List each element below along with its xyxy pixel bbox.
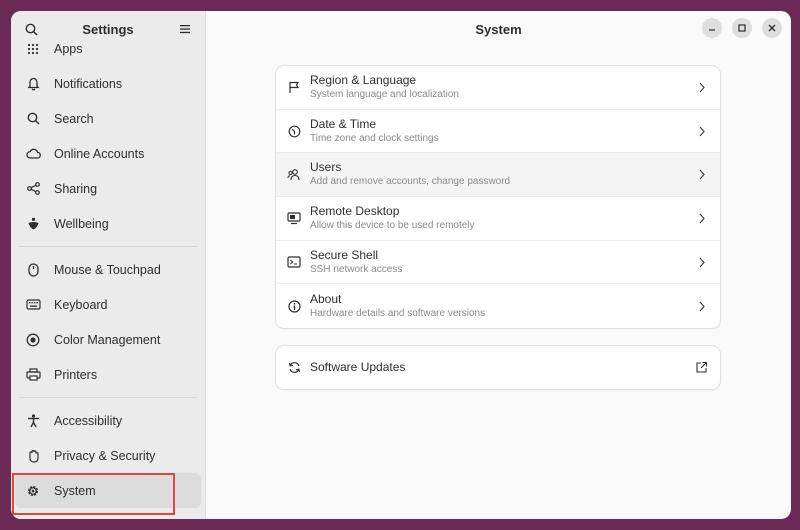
sidebar-header: Settings — [11, 11, 205, 47]
sidebar-item-sharing[interactable]: Sharing — [15, 171, 201, 206]
mouse-icon — [25, 262, 41, 278]
row-software-updates[interactable]: Software Updates — [276, 346, 720, 389]
sidebar-item-label: Color Management — [54, 332, 161, 347]
menu-button[interactable] — [175, 19, 195, 39]
main-panel: System Region & Language System language… — [206, 11, 791, 519]
row-title: Remote Desktop — [310, 203, 400, 218]
row-text: Region & Language System language and lo… — [310, 73, 696, 102]
sidebar-item-mouse-touchpad[interactable]: Mouse & Touchpad — [15, 252, 201, 287]
bell-icon — [25, 76, 41, 92]
row-text: Users Add and remove accounts, change pa… — [310, 160, 696, 189]
sidebar-divider — [19, 397, 197, 398]
search-icon — [25, 111, 41, 127]
row-text: Secure Shell SSH network access — [310, 248, 696, 277]
printer-icon — [25, 367, 41, 383]
close-button[interactable] — [762, 18, 782, 38]
row-remote-desktop[interactable]: Remote Desktop Allow this device to be u… — [276, 197, 720, 241]
color-palette-icon — [25, 332, 41, 348]
sidebar-item-printers[interactable]: Printers — [15, 357, 201, 392]
chevron-right-icon — [696, 299, 708, 313]
row-text: Remote Desktop Allow this device to be u… — [310, 204, 696, 233]
sidebar-item-label: Sharing — [54, 181, 98, 196]
sidebar-item-label: Notifications — [54, 76, 123, 91]
hand-icon — [25, 448, 41, 464]
sidebar-item-search[interactable]: Search — [15, 101, 201, 136]
sidebar-item-notifications[interactable]: Notifications — [15, 66, 201, 101]
software-updates-card: Software Updates — [276, 346, 720, 389]
flag-icon — [286, 79, 302, 95]
row-users[interactable]: Users Add and remove accounts, change pa… — [276, 153, 720, 198]
row-region-language[interactable]: Region & Language System language and lo… — [276, 66, 720, 110]
users-icon — [286, 167, 302, 183]
close-icon — [768, 24, 776, 32]
sidebar-item-label: System — [54, 483, 96, 498]
search-icon — [25, 23, 38, 36]
sidebar-item-label: Privacy & Security — [54, 448, 156, 463]
share-icon — [25, 181, 41, 197]
accessibility-icon — [25, 413, 41, 429]
row-subtitle: Add and remove accounts, change password — [310, 176, 511, 188]
page-title: System — [475, 21, 522, 37]
main-header: System — [206, 11, 791, 47]
sidebar-item-label: Accessibility — [54, 413, 123, 428]
row-title: Date & Time — [310, 116, 377, 131]
sidebar-item-wellbeing[interactable]: Wellbeing — [15, 206, 201, 241]
row-subtitle: SSH network access — [310, 263, 403, 275]
sidebar-item-label: Printers — [54, 367, 98, 382]
cloud-icon — [25, 146, 41, 162]
sidebar-item-label: Online Accounts — [54, 146, 145, 161]
chevron-right-icon — [696, 168, 708, 182]
minimize-icon — [708, 24, 716, 32]
search-button[interactable] — [21, 19, 41, 39]
row-subtitle: System language and localization — [310, 88, 459, 100]
hamburger-menu-icon — [179, 24, 191, 34]
sidebar-item-label: Keyboard — [54, 297, 108, 312]
sidebar-item-label: Search — [54, 111, 94, 126]
sidebar-item-label: Mouse & Touchpad — [54, 262, 161, 277]
row-title: Secure Shell — [310, 247, 379, 262]
row-text: Software Updates — [310, 360, 694, 375]
row-text: About Hardware details and software vers… — [310, 292, 696, 321]
remote-desktop-icon — [286, 210, 302, 226]
terminal-icon — [286, 254, 302, 270]
row-title: About — [310, 291, 342, 306]
settings-window: Settings Apps Notifications Search Onlin… — [11, 11, 791, 519]
sidebar-item-label: Wellbeing — [54, 216, 109, 231]
refresh-icon — [286, 360, 302, 376]
row-title: Software Updates — [310, 360, 406, 374]
sidebar-item-privacy-security[interactable]: Privacy & Security — [15, 438, 201, 473]
sidebar-item-keyboard[interactable]: Keyboard — [15, 287, 201, 322]
system-settings-list: Region & Language System language and lo… — [276, 66, 720, 329]
sidebar-item-color-management[interactable]: Color Management — [15, 322, 201, 357]
row-about[interactable]: About Hardware details and software vers… — [276, 284, 720, 328]
row-subtitle: Hardware details and software versions — [310, 307, 486, 319]
row-subtitle: Time zone and clock settings — [310, 132, 439, 144]
chevron-right-icon — [696, 80, 708, 94]
sidebar-list: Apps Notifications Search Online Account… — [11, 31, 205, 508]
maximize-icon — [738, 24, 746, 32]
row-title: Users — [310, 160, 342, 175]
sidebar-item-system[interactable]: System — [15, 473, 201, 508]
row-secure-shell[interactable]: Secure Shell SSH network access — [276, 241, 720, 285]
sidebar: Settings Apps Notifications Search Onlin… — [11, 11, 206, 519]
row-text: Date & Time Time zone and clock settings — [310, 117, 696, 146]
keyboard-icon — [25, 297, 41, 313]
sidebar-item-online-accounts[interactable]: Online Accounts — [15, 136, 201, 171]
sidebar-divider — [19, 246, 197, 247]
chevron-right-icon — [696, 124, 708, 138]
maximize-button[interactable] — [732, 18, 752, 38]
window-controls — [702, 18, 782, 38]
minimize-button[interactable] — [702, 18, 722, 38]
external-link-icon — [694, 361, 708, 375]
chevron-right-icon — [696, 255, 708, 269]
wellbeing-icon — [25, 216, 41, 232]
chevron-right-icon — [696, 211, 708, 225]
sidebar-item-accessibility[interactable]: Accessibility — [15, 403, 201, 438]
clock-icon — [286, 123, 302, 139]
gear-icon — [25, 483, 41, 499]
info-icon — [286, 298, 302, 314]
row-subtitle: Allow this device to be used remotely — [310, 219, 475, 231]
row-title: Region & Language — [310, 72, 417, 87]
row-date-time[interactable]: Date & Time Time zone and clock settings — [276, 110, 720, 154]
